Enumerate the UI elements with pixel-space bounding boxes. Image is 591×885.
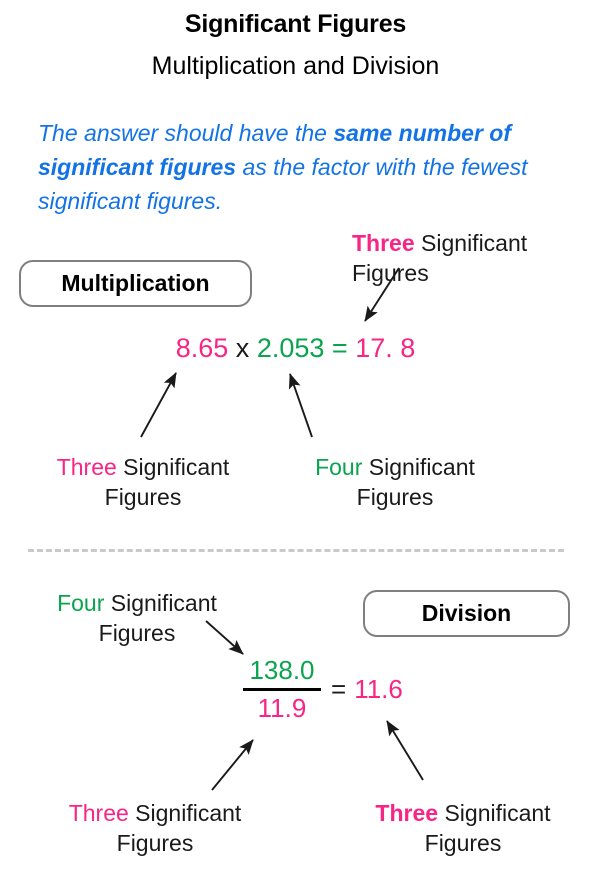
significant-figures-infographic: Significant Figures Multiplication and D…	[0, 0, 591, 885]
sigfig-text-numerator: Significant Figures	[98, 590, 217, 646]
caption-division-denominator: Three Significant Figures	[40, 798, 270, 858]
division-equation: 138.0 11.9 = 11.6	[243, 655, 403, 723]
sigfig-count-denominator: Three	[68, 800, 129, 826]
sigfig-text-factor1: Significant Figures	[104, 454, 230, 510]
division-section-label: Division	[363, 590, 570, 637]
sigfig-text-quotient: Significant Figures	[424, 800, 551, 856]
sigfig-text-denominator: Significant Figures	[116, 800, 242, 856]
caption-multiplication-factor2: Four Significant Figures	[290, 452, 500, 512]
division-equals: =	[331, 673, 347, 704]
fraction-numerator: 138.0	[249, 655, 315, 685]
sigfig-count-quotient: Three	[375, 800, 439, 826]
sigfig-count-result: Three	[352, 230, 415, 256]
caption-division-quotient: Three Significant Figures	[348, 798, 578, 858]
sigfig-count-numerator: Four	[57, 590, 105, 616]
section-divider	[28, 549, 564, 552]
equation-factor1: 8.65	[175, 333, 229, 363]
equation-result: 17. 8	[355, 333, 416, 363]
equation-equals: =	[331, 333, 348, 363]
sigfig-text-factor2: Significant Figures	[356, 454, 475, 510]
sigfig-count-factor1: Three	[56, 454, 117, 480]
page-title: Significant Figures	[184, 10, 407, 38]
fraction-bar	[243, 688, 321, 691]
multiplication-section-label: Multiplication	[19, 260, 252, 307]
page-subtitle: Multiplication and Division	[151, 52, 440, 80]
caption-multiplication-result: Three Significant Figures	[352, 228, 584, 288]
arrow-to-denominator	[211, 739, 254, 791]
arrow-to-factor1	[140, 372, 177, 438]
equation-operator: x	[235, 333, 250, 363]
rule-statement: The answer should have the same number o…	[38, 116, 568, 218]
division-label-text: Division	[421, 600, 512, 626]
equation-factor2: 2.053	[256, 333, 325, 363]
rule-text-part1: The answer should have the	[38, 120, 334, 146]
arrow-to-quotient	[386, 720, 424, 781]
multiplication-equation: 8.65 x 2.053 = 17. 8	[0, 333, 591, 364]
fraction: 138.0 11.9	[243, 655, 321, 723]
division-quotient: 11.6	[354, 673, 403, 704]
arrow-to-factor2	[288, 373, 313, 438]
sigfig-count-factor2: Four	[315, 454, 363, 480]
caption-multiplication-factor1: Three Significant Figures	[28, 452, 258, 512]
fraction-denominator: 11.9	[257, 693, 307, 723]
caption-division-numerator: Four Significant Figures	[28, 588, 246, 648]
multiplication-label-text: Multiplication	[61, 270, 210, 296]
